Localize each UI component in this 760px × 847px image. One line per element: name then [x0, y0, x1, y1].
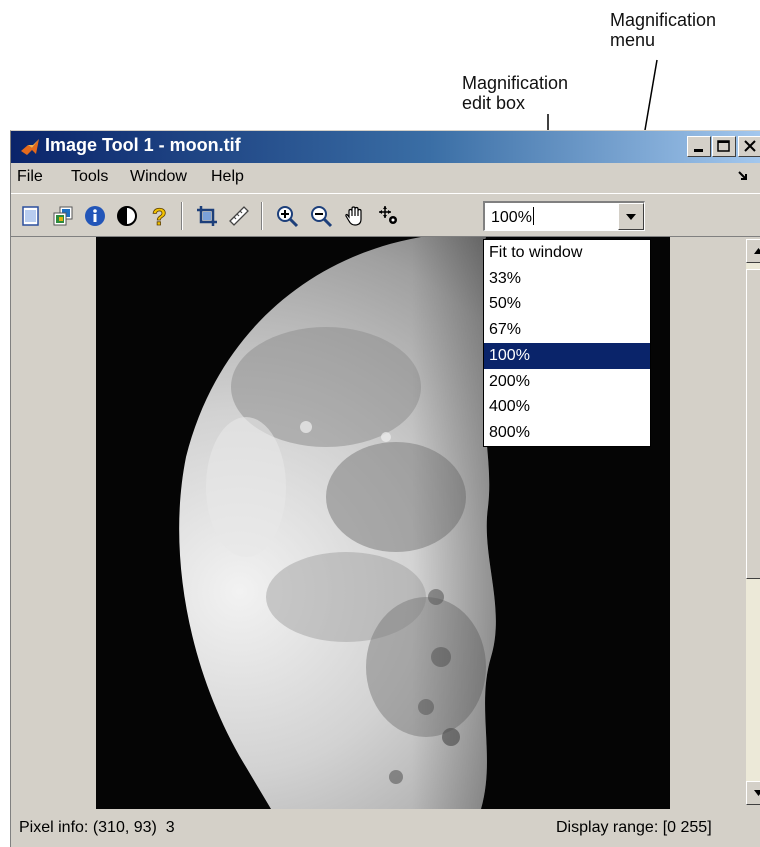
magnification-option-67[interactable]: 67%: [484, 317, 650, 343]
annotation-magnification-menu: Magnification menu: [610, 10, 716, 50]
scroll-thumb[interactable]: [746, 269, 760, 579]
close-button[interactable]: [738, 136, 760, 157]
contrast-icon[interactable]: [115, 204, 139, 228]
chevron-down-icon: [754, 790, 760, 796]
close-icon: [744, 140, 756, 152]
magnification-menu[interactable]: Fit to window 33% 50% 67% 100% 200% 400%…: [483, 239, 651, 447]
maximize-button[interactable]: [712, 136, 736, 157]
annotation-magnification-edit-box: Magnification edit box: [462, 73, 568, 113]
menu-help[interactable]: Help: [211, 168, 244, 186]
svg-text:?: ?: [152, 204, 167, 228]
scroll-down-button[interactable]: [746, 781, 760, 805]
crop-icon[interactable]: [195, 204, 219, 228]
text-caret: [533, 207, 534, 225]
window-title: Image Tool 1 - moon.tif: [45, 135, 241, 155]
pixel-info: Pixel info: (310, 93) 3: [19, 819, 175, 836]
menu-tools[interactable]: Tools: [71, 168, 108, 186]
annotation-line-1: Magnification: [610, 10, 717, 30]
zoom-in-icon[interactable]: [275, 204, 299, 228]
pan-hand-icon[interactable]: [343, 204, 367, 228]
menu-window[interactable]: Window: [130, 168, 187, 186]
info-icon[interactable]: [83, 204, 107, 228]
magnification-combo[interactable]: 100%: [483, 201, 645, 231]
maximize-icon: [717, 140, 730, 152]
magnification-dropdown-button[interactable]: [618, 203, 644, 230]
help-icon[interactable]: ?: [147, 204, 171, 228]
magnification-option-800[interactable]: 800%: [484, 420, 650, 446]
status-bar: Pixel info: (310, 93) 3 Display range: […: [11, 811, 760, 847]
magnification-edit-box[interactable]: 100%: [491, 209, 532, 227]
dock-arrow-icon[interactable]: [736, 169, 750, 183]
toolbar: ?: [11, 193, 760, 237]
toolbar-separator: [261, 202, 263, 230]
title-bar[interactable]: Image Tool 1 - moon.tif: [11, 131, 760, 163]
annotation-line-1: Magnification: [462, 73, 569, 93]
chevron-down-icon: [626, 214, 636, 220]
image-info-overview-icon[interactable]: [51, 204, 75, 228]
minimize-icon: [694, 149, 703, 152]
matlab-logo-icon: [21, 139, 39, 155]
annotation-line-2: edit box: [462, 93, 526, 113]
new-figure-icon[interactable]: [19, 204, 43, 228]
menu-file[interactable]: File: [17, 168, 43, 186]
annotation-line-2: menu: [610, 30, 656, 50]
magnification-option-50[interactable]: 50%: [484, 291, 650, 317]
minimize-button[interactable]: [687, 136, 711, 157]
pixel-region-icon[interactable]: [377, 204, 401, 228]
magnification-option-200[interactable]: 200%: [484, 369, 650, 395]
display-range: Display range: [0 255]: [556, 819, 712, 836]
chevron-up-icon: [754, 248, 760, 254]
toolbar-separator: [181, 202, 183, 230]
magnification-option-400[interactable]: 400%: [484, 394, 650, 420]
vertical-scrollbar[interactable]: [746, 239, 760, 805]
menu-bar: File Tools Window Help: [11, 163, 760, 191]
magnification-option-100[interactable]: 100%: [484, 343, 650, 369]
image-tool-window: Image Tool 1 - moon.tif File Tools Windo…: [10, 130, 760, 847]
magnification-option-33[interactable]: 33%: [484, 266, 650, 292]
zoom-out-icon[interactable]: [309, 204, 333, 228]
measure-distance-icon[interactable]: [227, 204, 251, 228]
magnification-option-fit-to-window[interactable]: Fit to window: [484, 240, 650, 266]
scroll-up-button[interactable]: [746, 239, 760, 263]
